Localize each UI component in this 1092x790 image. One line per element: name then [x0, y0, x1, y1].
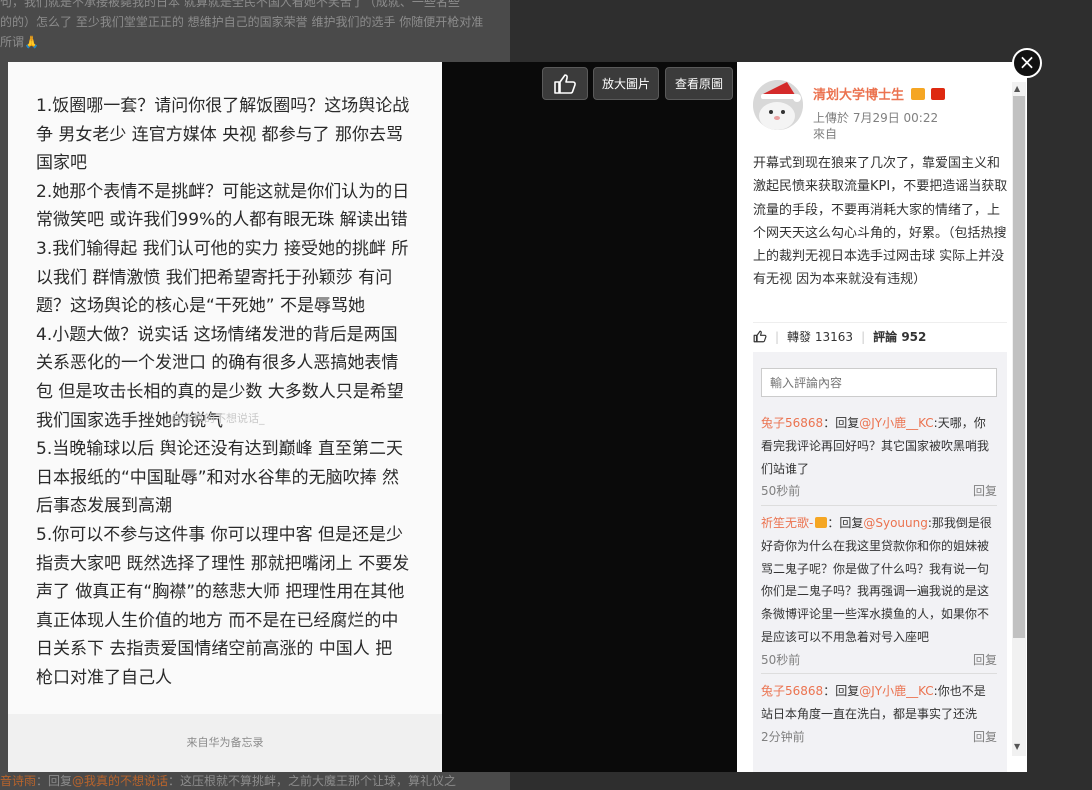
memo-line: 日关系下 去指责爱国情绪空前高涨的 中国人 把 [36, 639, 393, 660]
background-comment: 音诗雨：回复@我真的不想说话：这压根就不算挑衅，之前大魔王那个让球，算礼仪之 [0, 772, 520, 789]
post-time: 上傳於 7月29日 00:22 [813, 111, 939, 125]
thumbs-up-icon [554, 73, 576, 94]
comment-item: 祈笙无歌- ：回复@Syouung:那我倒是很好奇你为什么在我这里贷款你和你的姐妹… [761, 512, 997, 672]
comment-time: 50秒前 [761, 484, 801, 499]
comment-nick[interactable]: 兔子56868 [761, 416, 823, 430]
background-comment-mention: @我真的不想说话 [72, 774, 169, 788]
background-comment-nick: 音诗雨 [0, 774, 37, 788]
comment-body: 祈笙无歌- ：回复@Syouung:那我倒是很好奇你为什么在我这里贷款你和你的姐妹… [761, 512, 997, 649]
comment-reply-label: ：回复 [827, 516, 864, 530]
username-link[interactable]: 清划大学博士生 [813, 88, 904, 103]
comment-count: 952 [901, 330, 927, 344]
background-comment-reply: ：回复 [36, 774, 73, 788]
vip-badge-icon [815, 517, 828, 528]
comment-time: 2分钟前 [761, 729, 805, 744]
avatar-image [753, 80, 803, 130]
memo-line: 3.我们输得起 我们认可他的实力 接受她的挑衅 所 [36, 238, 409, 259]
zoom-image-button[interactable]: 放大圖片 [593, 67, 659, 100]
scroll-up-arrow-icon[interactable]: ▲ [1014, 84, 1020, 93]
memo-line: 以我们 群情激愤 我们把希望寄托于孙颖莎 有问 [36, 267, 393, 288]
post-meta: 上傳於 7月29日 00:22 來自 [813, 110, 938, 142]
memo-line: 2.她那个表情不是挑衅？可能这就是你们认为的日 [36, 181, 410, 202]
memo-line: 包 但是攻击长相的真的是少数 大多数人只是希望 [36, 381, 404, 402]
comment-time: 50秒前 [761, 652, 801, 667]
memo-line: 真正体现人生价值的地方 而不是在已经腐烂的中 [36, 610, 399, 631]
memo-line: 5.你可以不参与这件事 你可以理中客 但是还是少 [36, 524, 404, 545]
memo-line: 4.小题大做？说实话 这场情绪发泄的背后是两国 [36, 324, 398, 345]
china-flag-icon [931, 88, 946, 100]
reply-button[interactable]: 回复 [973, 649, 997, 672]
comment-reply-label: ：回复 [823, 684, 860, 698]
close-button[interactable]: × [1012, 48, 1042, 78]
background-comment-text: ：这压根就不算挑衅，之前大魔王那个让球，算礼仪之 [168, 774, 457, 788]
comment-mention[interactable]: @JY小鹿__KC [859, 684, 933, 698]
memo-line: 日本报纸的“中国耻辱”和对水谷隼的无脑吹捧 然 [36, 467, 400, 488]
memo-line: 题？这场舆论的核心是“干死她” 不是辱骂她 [36, 296, 366, 317]
repost-count: 13163 [814, 330, 854, 344]
comment-mention[interactable]: @JY小鹿__KC [859, 416, 933, 430]
comment-tab[interactable]: 評論 952 [873, 328, 926, 345]
memo-line: 争 男女老少 连官方媒体 央视 都参与了 那你去骂 [36, 124, 404, 145]
like-button[interactable] [542, 67, 588, 100]
comment-text: :那我倒是很好奇你为什么在我这里贷款你和你的姐妹被骂二鬼子呢？你是做了什么吗？我… [761, 516, 992, 644]
memo-line: 后事态发展到高潮 [36, 496, 172, 517]
background-text-line: 句，我们就是不承接被毙我的日本 就算就是全民不国人看她不笑苦了（成就、一些名些 [0, 0, 460, 9]
comment-divider [761, 505, 997, 506]
comment-reply-label: ：回复 [823, 416, 860, 430]
username-row: 清划大学博士生 [813, 84, 946, 103]
comment-mention[interactable]: @Syouung [863, 516, 928, 530]
view-original-button[interactable]: 查看原圖 [665, 67, 733, 100]
memo-footer: 来自华为备忘录 [8, 714, 442, 772]
memo-line: 枪口对准了自己人 [36, 667, 172, 688]
vip-badge-icon [910, 88, 925, 100]
memo-line: 关系恶化的一个发泄口 的确有很多人恶搞她表情 [36, 353, 399, 374]
comment-footer: 2分钟前 回复 [761, 726, 997, 749]
background-text-line: 所谓🙏 [0, 35, 39, 49]
thumbs-up-icon[interactable] [753, 330, 767, 343]
comment-input[interactable] [761, 368, 997, 397]
memo-line: 常微笑吧 或许我们99%的人都有眼无珠 解读出错 [36, 210, 408, 231]
memo-line: 指责大家吧 既然选择了理性 那就把嘴闭上 不要发 [36, 553, 410, 574]
background-text-line: 的的）怎么了 至少我们堂堂正正的 想维护自己的国家荣誉 维护我们的选手 你随便开… [0, 15, 484, 29]
image-viewer: 1.饭圈哪一套？请问你很了解饭圈吗？这场舆论战 争 男女老少 连官方媒体 央视 … [8, 62, 737, 772]
reply-button[interactable]: 回复 [973, 480, 997, 503]
stats-divider: | [775, 329, 780, 344]
avatar[interactable] [753, 80, 803, 130]
repost-label: 轉發 [787, 330, 812, 344]
comment-divider [761, 673, 997, 674]
comment-footer: 50秒前 回复 [761, 480, 997, 503]
comments-section: 兔子56868：回复@JY小鹿__KC:天哪，你看完我评论再回好吗？其它国家被吹… [753, 352, 1007, 772]
post-text: 开幕式到现在狼来了几次了，靠爱国主义和激起民愤来获取流量KPI，不要把造谣当获取… [753, 156, 1008, 288]
comment-body: 兔子56868：回复@JY小鹿__KC:你也不是站日本角度一直在洗白，都是事实了… [761, 680, 997, 726]
comment-nick[interactable]: 祈笙无歌- [761, 516, 813, 530]
comment-item: 兔子56868：回复@JY小鹿__KC:天哪，你看完我评论再回好吗？其它国家被吹… [761, 412, 997, 503]
post-source: 來自 [813, 127, 838, 141]
comment-body: 兔子56868：回复@JY小鹿__KC:天哪，你看完我评论再回好吗？其它国家被吹… [761, 412, 997, 480]
image-watermark: @我真的不想说话_ [171, 412, 265, 425]
post-stats-bar: | 轉發 13163 | 評論 952 [753, 322, 1007, 350]
memo-text: 1.饭圈哪一套？请问你很了解饭圈吗？这场舆论战 争 男女老少 连官方媒体 央视 … [36, 92, 428, 692]
memo-line: 声了 做真正有“胸襟”的慈悲大师 把理性用在其他 [36, 582, 405, 603]
memo-line: 1.饭圈哪一套？请问你很了解饭圈吗？这场舆论战 [36, 96, 410, 116]
reply-button[interactable]: 回复 [973, 726, 997, 749]
close-icon: × [1018, 50, 1036, 74]
memo-line: 5.当晚输球以后 舆论还没有达到巅峰 直至第二天 [36, 439, 404, 460]
scrollbar-thumb[interactable] [1013, 96, 1025, 638]
comment-item: 兔子56868：回复@JY小鹿__KC:你也不是站日本角度一直在洗白，都是事实了… [761, 680, 997, 748]
scroll-down-arrow-icon[interactable]: ▼ [1014, 742, 1020, 751]
post-info-panel: 清划大学博士生 上傳於 7月29日 00:22 來自 开幕式到现在狼来了几次了，… [737, 62, 1027, 772]
comment-footer: 50秒前 回复 [761, 649, 997, 672]
comment-nick[interactable]: 兔子56868 [761, 684, 823, 698]
memo-line: 国家吧 [36, 153, 87, 174]
stats-divider: | [861, 329, 866, 344]
repost-button[interactable]: 轉發 13163 [787, 328, 853, 345]
memo-image[interactable]: 1.饭圈哪一套？请问你很了解饭圈吗？这场舆论战 争 男女老少 连官方媒体 央视 … [8, 62, 442, 772]
comment-label: 評論 [873, 330, 898, 344]
